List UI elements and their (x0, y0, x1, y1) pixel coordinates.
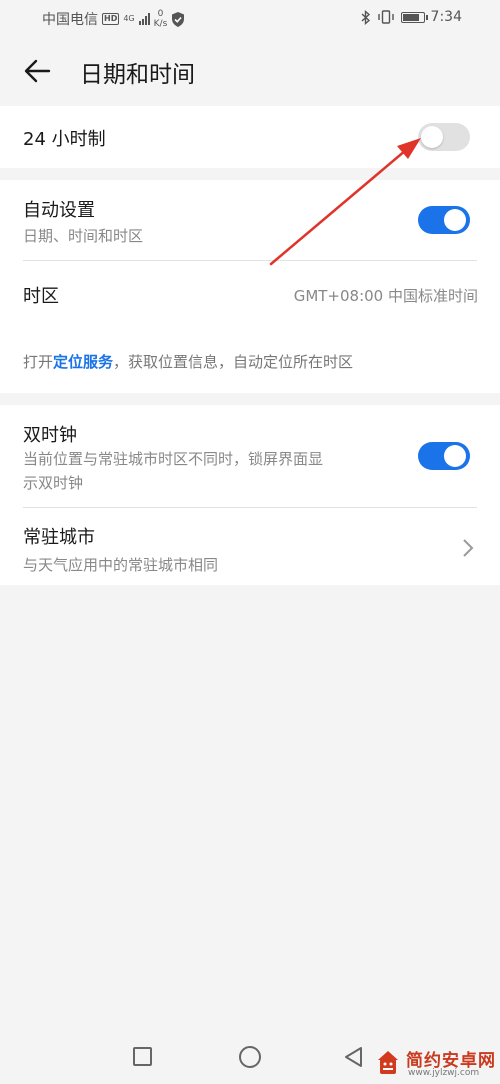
hour24-card: 24 小时制 (0, 106, 500, 168)
home-city-subtitle: 与天气应用中的常驻城市相同 (23, 556, 219, 574)
location-hint-prefix: 打开 (23, 353, 54, 371)
dual-clock-subtitle-line2: 示双时钟 (23, 474, 84, 492)
watermark: 简约安卓网 www.jylzwj.com (374, 1046, 498, 1082)
network-speed: 0 K/s (154, 9, 168, 29)
chevron-right-icon (463, 539, 474, 557)
speed-unit: K/s (153, 19, 168, 29)
timezone-row[interactable]: 时区 GMT+08:00 中国标准时间 (0, 261, 500, 331)
carrier-name: 中国电信 (42, 12, 98, 28)
battery-icon (400, 11, 428, 23)
toggle-knob (421, 126, 443, 148)
dual-clock-row[interactable]: 双时钟 当前位置与常驻城市时区不同时，锁屏界面显 示双时钟 (0, 405, 500, 507)
watermark-url: www.jylzwj.com (408, 1068, 480, 1078)
auto-setting-title: 自动设置 (23, 200, 95, 221)
vibrate-icon (377, 10, 394, 24)
auto-setting-subtitle: 日期、时间和时区 (23, 227, 144, 245)
dual-clock-toggle[interactable] (418, 442, 470, 470)
hour24-toggle[interactable] (418, 123, 470, 151)
hour24-label: 24 小时制 (23, 129, 106, 150)
nav-back-button[interactable] (343, 1046, 365, 1068)
android-logo-icon (378, 1051, 398, 1074)
toggle-knob (444, 445, 466, 467)
home-city-row[interactable]: 常驻城市 与天气应用中的常驻城市相同 (0, 508, 500, 585)
location-service-link[interactable]: 定位服务 (53, 353, 113, 371)
status-bar: 中国电信 HD 4G 0 K/s 7:34 (0, 0, 500, 36)
location-hint-suffix: ，获取位置信息，自动定位所在时区 (113, 353, 354, 371)
auto-settings-card: 自动设置 日期、时间和时区 时区 GMT+08:00 中国标准时间 打开定位服务… (0, 180, 500, 393)
dual-clock-subtitle-line1: 当前位置与常驻城市时区不同时，锁屏界面显 (23, 450, 324, 468)
bluetooth-icon (361, 9, 370, 25)
status-left: 中国电信 HD 4G 0 K/s (42, 9, 185, 29)
signal-icon (138, 13, 150, 25)
dual-clock-title: 双时钟 (23, 425, 77, 446)
auto-setting-row[interactable]: 自动设置 日期、时间和时区 (0, 180, 500, 260)
timezone-label: 时区 (23, 286, 59, 307)
hd-badge: HD (102, 13, 120, 25)
auto-setting-toggle[interactable] (418, 206, 470, 234)
location-hint: 打开定位服务，获取位置信息，自动定位所在时区 (23, 351, 353, 372)
network-type: 4G (123, 14, 135, 23)
header: 日期和时间 (0, 36, 500, 106)
recent-apps-button[interactable] (133, 1047, 152, 1066)
status-right: 7:34 (361, 9, 462, 25)
home-button[interactable] (239, 1046, 261, 1068)
timezone-value: GMT+08:00 中国标准时间 (293, 287, 478, 305)
home-city-title: 常驻城市 (23, 527, 95, 548)
shield-icon (172, 11, 185, 27)
speed-value: 0 (157, 9, 164, 19)
status-time: 7:34 (430, 9, 462, 25)
battery-fill (402, 13, 419, 21)
back-arrow-icon[interactable] (22, 56, 52, 86)
page-title: 日期和时间 (80, 62, 195, 88)
toggle-knob (444, 209, 466, 231)
dual-clock-card: 双时钟 当前位置与常驻城市时区不同时，锁屏界面显 示双时钟 常驻城市 与天气应用… (0, 405, 500, 585)
